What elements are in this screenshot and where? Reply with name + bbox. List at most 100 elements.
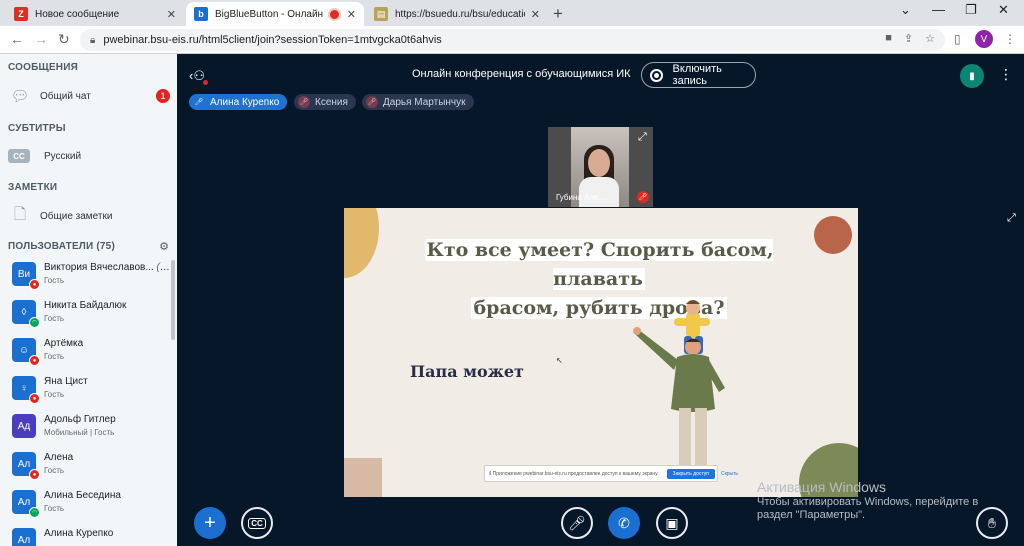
user-name: Адольф Гитлер — [44, 414, 172, 425]
tab-bsuedu[interactable]: ▤ https://bsuedu.ru/bsu/education/sc ✕ — [366, 2, 548, 26]
muted-microphone-icon: 🎤︎ — [298, 96, 310, 108]
public-chat-item[interactable]: 💬︎ Общий чат 1 — [8, 84, 176, 108]
presenter-cursor-icon: ↖ — [556, 356, 563, 365]
side-panel-icon[interactable]: ▯ — [954, 32, 961, 46]
slide-decor-circle — [814, 216, 852, 254]
talker-indicator[interactable]: 🎤︎ Алина Курепко — [189, 94, 288, 110]
captions-language-item[interactable]: CC Русский — [8, 144, 176, 168]
leave-audio-button[interactable]: ✆ — [608, 507, 640, 539]
closed-captions-button[interactable]: CC — [241, 507, 273, 539]
plus-icon: + — [204, 511, 216, 534]
slide-decor-blob — [344, 208, 379, 278]
talker-indicator[interactable]: 🎤︎ Дарья Мартынчук — [362, 94, 474, 110]
captions-section-title: СУБТИТРЫ — [8, 123, 66, 134]
connection-status-icon[interactable]: ▮ — [960, 64, 984, 88]
tab-bigbluebutton[interactable]: b BigBlueButton - Онлайн конфе ✕ — [186, 2, 364, 26]
user-list-item[interactable]: Ви● Виктория Вячеславов... (Вы) Гость — [12, 260, 172, 296]
browser-toolbar: ← → ↻ 🔒︎ pwebinar.bsu-eis.ru/html5client… — [0, 26, 1024, 54]
messages-section-title: СООБЩЕНИЯ — [8, 62, 78, 73]
closed-captions-icon: CC — [8, 149, 30, 163]
tab-new-message[interactable]: Z Новое сообщение ✕ — [6, 2, 184, 26]
user-role: Гость — [44, 276, 65, 285]
talker-name: Ксения — [315, 96, 348, 108]
unread-badge: 1 — [156, 89, 170, 103]
more-options-icon[interactable]: ⋮ — [999, 66, 1013, 83]
presentation-slide[interactable]: Кто все умеет? Спорить басом, плавать бр… — [344, 208, 858, 497]
close-icon[interactable]: ✕ — [167, 8, 176, 21]
user-role: Гость — [44, 314, 65, 323]
tab-title: https://bsuedu.ru/bsu/education/sc — [395, 8, 525, 20]
user-name-text: Алена — [44, 452, 74, 463]
user-list-sidebar: СООБЩЕНИЯ 💬︎ Общий чат 1 СУБТИТРЫ CC Рус… — [0, 54, 177, 546]
avatar: ☺ ● — [12, 338, 40, 366]
user-name-text: Алина Курепко — [44, 528, 114, 539]
avatar: ♀ ● — [12, 376, 40, 404]
address-bar[interactable]: 🔒︎ pwebinar.bsu-eis.ru/html5client/join?… — [80, 29, 945, 51]
unmute-microphone-button[interactable]: 🎤︎ — [561, 507, 593, 539]
muted-microphone-icon: ● — [29, 393, 40, 404]
webcam-tile[interactable]: ⤢ Губина Але... 🎤︎ — [548, 127, 653, 207]
document-icon: 🗋︎ — [13, 205, 27, 223]
user-list-item[interactable]: Ал Алина Курепко — [12, 526, 172, 546]
record-label: Включить запись — [672, 63, 722, 87]
reload-icon[interactable]: ↻ — [58, 31, 70, 48]
bbb-favicon-icon: b — [194, 7, 208, 21]
avatar: Ал ● — [12, 452, 40, 480]
talker-indicator[interactable]: 🎤︎ Ксения — [294, 94, 356, 110]
recording-indicator-icon — [327, 7, 341, 21]
slide-subtitle: Папа может — [410, 362, 524, 381]
windows-activation-text: Чтобы активировать Windows, перейдите в … — [757, 496, 979, 521]
avatar: Ад — [12, 414, 36, 438]
share-icon[interactable]: ⇪ — [904, 32, 913, 45]
back-arrow-icon[interactable]: ← — [10, 31, 24, 47]
restore-icon[interactable]: ❐ — [965, 2, 977, 18]
microphone-icon: 🎤︎ — [193, 96, 205, 108]
share-webcam-button[interactable]: ▣ — [656, 507, 688, 539]
gear-icon[interactable]: ⚙ — [159, 240, 169, 253]
you-label: (Вы) — [156, 262, 172, 273]
user-name: Алена — [44, 452, 172, 463]
user-list-item[interactable]: ♀ ● Яна Цист Гость — [12, 374, 172, 410]
stop-sharing-button[interactable]: Закрыть доступ — [666, 468, 715, 479]
minimize-icon[interactable]: — — [932, 2, 945, 17]
presentation-fullscreen-icon[interactable]: ⤢ — [1007, 212, 1016, 225]
meeting-area: ‹⚇ Онлайн конференция с обучающимися ИК … — [177, 54, 1024, 546]
user-name: Никита Байдалюк — [44, 300, 172, 311]
video-camera-icon: ▣ — [665, 514, 679, 531]
muted-microphone-icon: 🎤︎ — [366, 96, 378, 108]
avatar: Ви ● — [12, 262, 40, 290]
chevron-down-icon[interactable]: ⌄ — [900, 2, 911, 18]
meeting-title: Онлайн конференция с обучающимися ИК — [412, 68, 631, 80]
phone-icon: ✆ — [618, 514, 630, 531]
actions-plus-button[interactable]: + — [194, 507, 226, 539]
raise-hand-button[interactable]: ✋︎ — [976, 507, 1008, 539]
window-close-icon[interactable]: ✕ — [998, 2, 1009, 18]
user-list-item[interactable]: Ад Адольф Гитлер Мобильный | Гость — [12, 412, 172, 448]
user-name: Алина Беседина — [44, 490, 172, 501]
profile-avatar[interactable]: V — [975, 30, 993, 48]
talker-name: Алина Курепко — [210, 96, 280, 108]
user-name-text: Никита Байдалюк — [44, 300, 127, 311]
new-tab-plus-icon[interactable]: + — [553, 4, 563, 24]
browser-menu-icon[interactable]: ⋮ — [1004, 32, 1016, 46]
url-text: pwebinar.bsu-eis.ru/html5client/join?ses… — [103, 34, 442, 46]
start-recording-button[interactable]: Включить запись — [641, 62, 756, 88]
avatar-initials: ♀ — [20, 382, 28, 394]
camera-icon[interactable]: ■ — [885, 32, 892, 45]
close-icon[interactable]: ✕ — [531, 8, 540, 21]
bookmark-star-icon[interactable]: ☆ — [925, 32, 935, 45]
user-list-item[interactable]: Ал ◠ Алина Беседина Гость — [12, 488, 172, 524]
hide-notice-button[interactable]: Скрыть — [721, 471, 738, 477]
sidebar-scrollbar[interactable] — [171, 260, 175, 340]
notification-dot — [203, 80, 208, 85]
close-icon[interactable]: ✕ — [347, 8, 356, 21]
forward-arrow-icon[interactable]: → — [34, 31, 48, 47]
user-list-item[interactable]: ☺ ● Артёмка Гость — [12, 336, 172, 372]
tab-title: BigBlueButton - Онлайн конфе — [215, 8, 324, 20]
fullscreen-icon[interactable]: ⤢ — [638, 131, 647, 144]
user-list-item[interactable]: ◊ ◠ Никита Байдалюк Гость — [12, 298, 172, 334]
user-name: Яна Цист — [44, 376, 172, 387]
webcam-person-body — [579, 177, 619, 207]
user-list-item[interactable]: Ал ● Алена Гость — [12, 450, 172, 486]
shared-notes-item[interactable]: 🗋︎ Общие заметки — [8, 204, 176, 228]
